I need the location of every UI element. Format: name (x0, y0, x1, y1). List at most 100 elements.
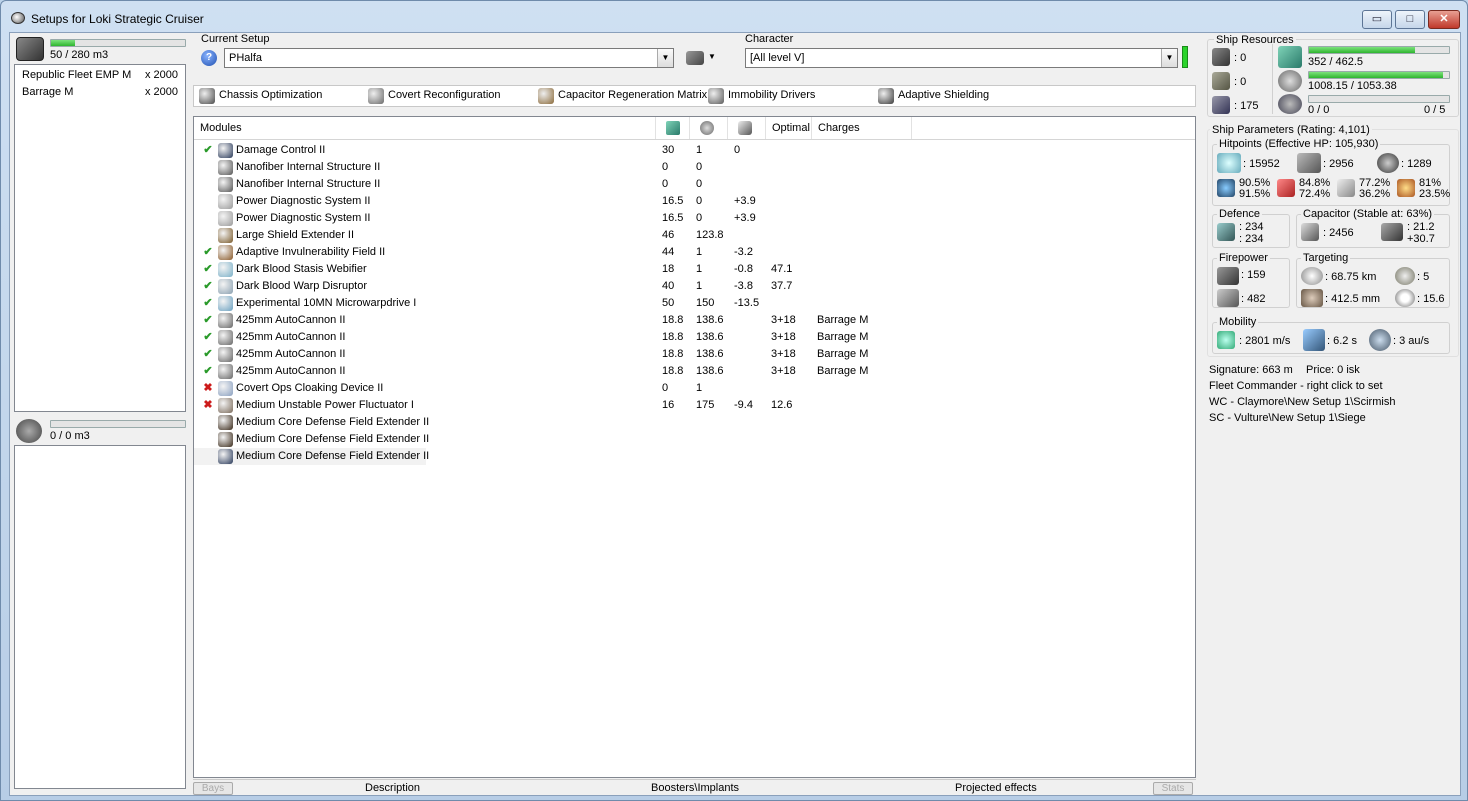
module-capacitor: -3.2 (734, 246, 753, 258)
window-title: Setups for Loki Strategic Cruiser (31, 12, 204, 26)
module-row[interactable]: ✔ 425mm AutoCannon II 18.8 138.6 3+18 Barrage… (194, 312, 1195, 329)
subsystem-4[interactable]: Immobility Drivers (708, 88, 815, 104)
module-capacitor: +3.9 (734, 195, 756, 207)
online-check-icon[interactable]: ✔ (202, 312, 214, 329)
module-row[interactable]: Nanofiber Internal Structure II 0 0 (194, 159, 1195, 176)
module-row[interactable]: ✔ Dark Blood Stasis Webifier 18 1 -0.8 47.1 (194, 261, 1195, 278)
online-check-icon[interactable]: ✔ (202, 329, 214, 346)
module-row[interactable]: ✔ Dark Blood Warp Disruptor 40 1 -3.8 37.7 (194, 278, 1195, 295)
cargo-item-name: Republic Fleet EMP M (22, 69, 132, 81)
online-check-icon[interactable]: ✔ (202, 244, 214, 261)
cargo-item[interactable]: Barrage M x 2000 (15, 84, 185, 101)
online-check-icon[interactable]: ✔ (202, 261, 214, 278)
online-check-icon[interactable]: ✔ (202, 346, 214, 363)
module-icon (218, 398, 233, 413)
module-row[interactable]: Medium Core Defense Field Extender II (194, 448, 429, 465)
module-optimal: 47.1 (771, 263, 793, 275)
drone-list[interactable] (14, 445, 186, 789)
offline-icon[interactable]: ✖ (202, 380, 214, 397)
cargo-list[interactable]: Republic Fleet EMP M x 2000 Barrage M x 200… (14, 64, 186, 412)
mobility-title: Mobility (1217, 316, 1259, 328)
drone-count-text: 0 / 5 (1424, 104, 1446, 116)
character-select[interactable]: [All level V] ▼ (745, 48, 1178, 68)
mobility-group: Mobility : 2801 m/s : 6.2 s : 3 au/s (1212, 316, 1450, 354)
column-header-modules[interactable]: Modules (194, 117, 656, 139)
capacitor-title: Capacitor (Stable at: 63%) (1301, 208, 1435, 220)
module-powergrid: 138.6 (696, 331, 724, 343)
explosive-resist-armor: 23.5% (1419, 188, 1451, 200)
module-row[interactable]: Large Shield Extender II 46 123.8 (194, 227, 1195, 244)
module-cpu: 40 (662, 280, 675, 292)
subsystem-2[interactable]: Covert Reconfiguration (368, 88, 501, 104)
module-powergrid: 0 (696, 178, 703, 190)
stats-button[interactable]: Stats (1153, 782, 1193, 795)
close-button[interactable]: ✕ (1428, 10, 1460, 29)
ship-resources-title: Ship Resources (1214, 34, 1296, 46)
module-row[interactable]: ✔ 425mm AutoCannon II 18.8 138.6 3+18 Barrage… (194, 329, 1195, 346)
maximize-button[interactable]: □ (1395, 10, 1425, 29)
resources-divider (1272, 44, 1273, 114)
tab-boosters-implants[interactable]: Boosters\Implants (651, 782, 739, 795)
module-charges: Barrage M (817, 348, 869, 360)
fleet-commander-text[interactable]: Fleet Commander - right click to set (1209, 380, 1383, 392)
calibration-text: : 175 (1234, 100, 1259, 112)
module-powergrid: 0 (696, 212, 703, 224)
column-header-charges[interactable]: Charges (812, 117, 912, 139)
module-row[interactable]: ✖ Covert Ops Cloaking Device II 0 1 (194, 380, 1195, 397)
cpu-text: 352 / 462.5 (1308, 56, 1364, 68)
module-row[interactable]: Medium Core Defense Field Extender II (194, 431, 1195, 448)
column-header-powergrid[interactable] (690, 117, 728, 139)
squad-commander-text[interactable]: SC - Vulture\New Setup 1\Siege (1209, 412, 1366, 424)
module-row[interactable]: Nanofiber Internal Structure II 0 0 (194, 176, 1195, 193)
column-header-capacitor[interactable] (728, 117, 766, 139)
module-icon (218, 415, 233, 430)
setup-select-value: PHalfa (229, 52, 263, 64)
character-select-value: [All level V] (750, 52, 805, 64)
subsystem-5[interactable]: Adaptive Shielding (878, 88, 989, 104)
online-check-icon[interactable]: ✔ (202, 142, 214, 159)
module-capacitor: -9.4 (734, 399, 753, 411)
module-name: Power Diagnostic System II (236, 212, 371, 224)
column-header-cpu[interactable] (656, 117, 690, 139)
module-row[interactable]: ✔ Adaptive Invulnerability Field II 44 1 -3.… (194, 244, 1195, 261)
module-row[interactable]: ✖ Medium Unstable Power Fluctuator I 16 175… (194, 397, 1195, 414)
capacitor-capacity-text: : 2456 (1323, 227, 1354, 239)
module-row[interactable]: ✔ 425mm AutoCannon II 18.8 138.6 3+18 Barrage… (194, 346, 1195, 363)
subsystem-3[interactable]: Capacitor Regeneration Matrix (538, 88, 707, 104)
module-row[interactable]: Power Diagnostic System II 16.5 0 +3.9 (194, 210, 1195, 227)
bays-button[interactable]: Bays (193, 782, 233, 795)
wing-commander-text[interactable]: WC - Claymore\New Setup 1\Scirmish (1209, 396, 1395, 408)
help-icon[interactable]: ? (201, 50, 217, 66)
bottom-tab-bar: Bays Description Boosters\Implants Proje… (193, 779, 1196, 796)
column-header-optimal[interactable]: Optimal (766, 117, 812, 139)
ship-menu-icon[interactable] (686, 51, 704, 65)
module-powergrid: 1 (696, 263, 703, 275)
module-row[interactable]: Power Diagnostic System II 16.5 0 +3.9 (194, 193, 1195, 210)
subsystem-1[interactable]: Chassis Optimization (199, 88, 322, 104)
ship-menu-chevron-icon[interactable]: ▼ (708, 52, 716, 61)
module-icon (218, 262, 233, 277)
module-row[interactable]: ✔ Damage Control II 30 1 0 (194, 142, 1195, 159)
module-row[interactable]: Medium Core Defense Field Extender II (194, 414, 1195, 431)
launcher-hardpoint-icon (1212, 72, 1230, 90)
online-check-icon[interactable]: ✔ (202, 295, 214, 312)
online-check-icon[interactable]: ✔ (202, 278, 214, 295)
cargo-item-qty: x 2000 (145, 69, 179, 81)
tab-projected-effects[interactable]: Projected effects (955, 782, 1037, 795)
setup-select[interactable]: PHalfa ▼ (224, 48, 674, 68)
offline-icon[interactable]: ✖ (202, 397, 214, 414)
tab-description[interactable]: Description (365, 782, 420, 795)
module-name: Experimental 10MN Microwarpdrive I (236, 297, 417, 309)
subsystem-icon (708, 88, 724, 104)
armor-hp-text: : 2956 (1323, 158, 1354, 170)
online-check-icon[interactable]: ✔ (202, 363, 214, 380)
minimize-button[interactable]: ▭ (1362, 10, 1392, 29)
module-row[interactable]: ✔ 425mm AutoCannon II 18.8 138.6 3+18 Barrage… (194, 363, 1195, 380)
subsystem-bar: Chassis Optimization Covert Reconfigurati… (193, 85, 1196, 107)
module-icon (218, 449, 233, 464)
cargo-item[interactable]: Republic Fleet EMP M x 2000 (15, 67, 185, 84)
module-row[interactable]: ✔ Experimental 10MN Microwarpdrive I 50 150… (194, 295, 1195, 312)
powergrid-bar-fill (1309, 72, 1443, 78)
module-icon (218, 194, 233, 209)
calibration-icon (1212, 96, 1230, 114)
